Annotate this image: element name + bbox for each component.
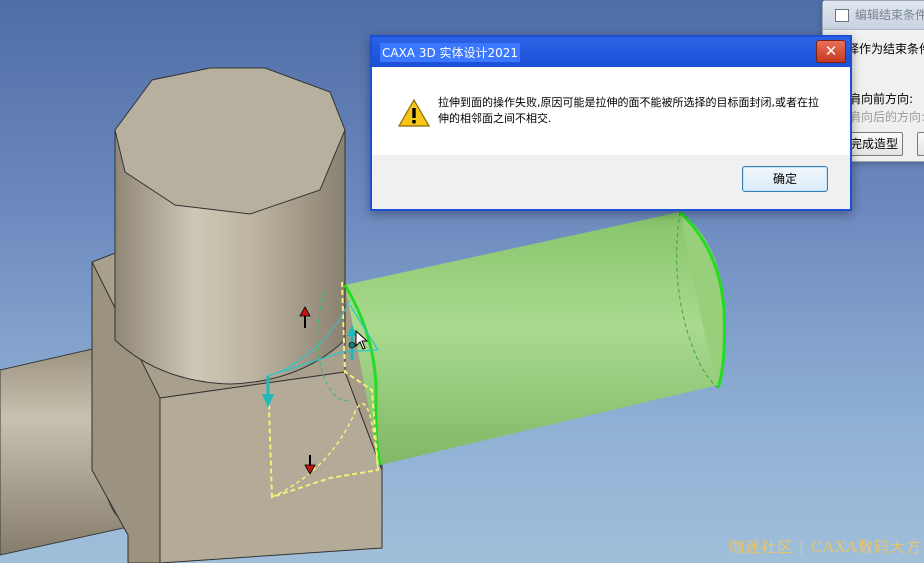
warning-icon bbox=[398, 99, 430, 127]
finish-shape-button[interactable]: 完成造型 bbox=[845, 132, 904, 156]
backward-direction-label: 肩向后的方向: bbox=[849, 110, 924, 124]
end-condition-label: 择作为结束条件 bbox=[847, 42, 924, 56]
error-dialog-title: CAXA 3D 实体设计2021 bbox=[380, 43, 521, 62]
error-dialog[interactable]: CAXA 3D 实体设计2021 ✕ 拉伸到面的操作失败,原因可能是拉伸的面不能… bbox=[370, 35, 852, 211]
watermark: 咖迷社区 | CAXA数码大方 bbox=[729, 538, 922, 556]
ok-button[interactable]: 确定 bbox=[742, 166, 828, 192]
forward-direction-label: 肩向前方向: bbox=[849, 92, 914, 106]
error-dialog-titlebar[interactable]: CAXA 3D 实体设计2021 ✕ bbox=[372, 37, 850, 67]
window-icon bbox=[835, 9, 849, 22]
close-button[interactable]: ✕ bbox=[816, 40, 846, 63]
error-message: 拉伸到面的操作失败,原因可能是拉伸的面不能被所选择的目标面封闭,或者在拉伸的相邻… bbox=[438, 96, 819, 125]
vertical-cylinder[interactable] bbox=[114, 67, 346, 385]
error-dialog-body: 拉伸到面的操作失败,原因可能是拉伸的面不能被所选择的目标面封闭,或者在拉伸的相邻… bbox=[372, 67, 850, 155]
second-button[interactable] bbox=[917, 132, 924, 156]
end-condition-titlebar[interactable]: 编辑结束条件 bbox=[823, 1, 924, 30]
end-condition-title: 编辑结束条件 bbox=[855, 8, 924, 22]
extrude-preview[interactable] bbox=[343, 210, 726, 466]
